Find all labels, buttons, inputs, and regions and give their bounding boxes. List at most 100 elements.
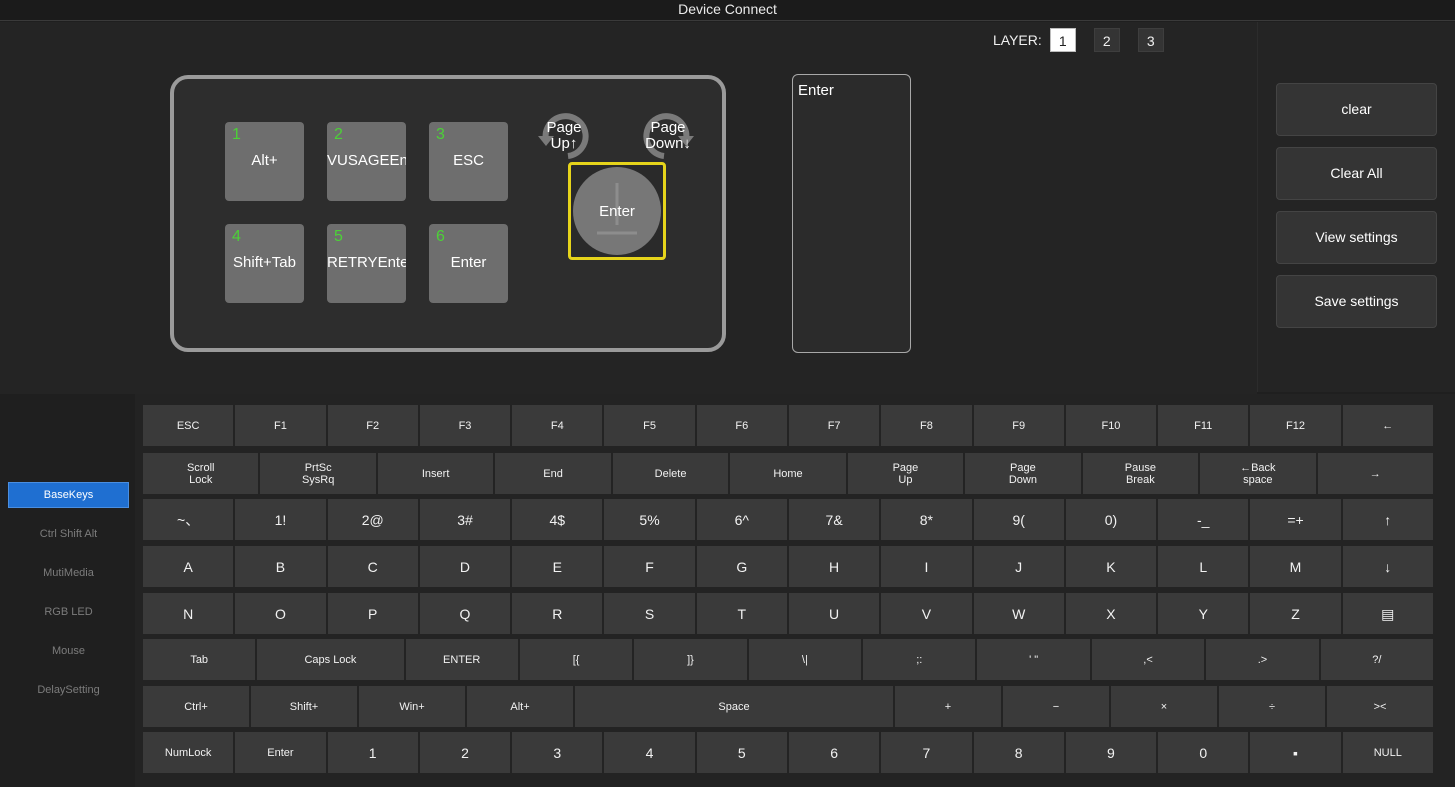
keyboard-key[interactable]: F xyxy=(604,546,695,587)
layer-button-3[interactable]: 3 xyxy=(1137,28,1164,52)
keyboard-key[interactable]: Win+ xyxy=(359,686,465,727)
keyboard-key[interactable]: ]} xyxy=(634,639,747,680)
keyboard-key[interactable]: X xyxy=(1065,593,1157,634)
keyboard-key[interactable]: E xyxy=(512,546,603,587)
keyboard-key[interactable]: 5% xyxy=(604,499,695,540)
knob-left-ccw[interactable]: Page Up↑ xyxy=(529,120,599,152)
keyboard-key[interactable]: O xyxy=(235,593,326,634)
macro-key-2[interactable]: 2 VUSAGEEnter xyxy=(327,122,406,201)
keyboard-key[interactable]: J xyxy=(973,546,1064,587)
keyboard-key[interactable]: Scroll Lock xyxy=(143,453,259,494)
save-settings-button[interactable]: Save settings xyxy=(1276,275,1437,328)
macro-key-1[interactable]: 1 Alt+ xyxy=(225,122,304,201)
sidebar-item-mouse[interactable]: Mouse xyxy=(8,638,129,664)
sidebar-item-delay-setting[interactable]: DelaySetting xyxy=(8,677,129,703)
keyboard-key[interactable]: 9( xyxy=(973,499,1064,540)
keyboard-key[interactable]: ÷ xyxy=(1219,686,1325,727)
keyboard-key[interactable]: 6 xyxy=(788,732,880,773)
keyboard-key[interactable]: Insert xyxy=(377,453,494,494)
keyboard-key[interactable]: NumLock xyxy=(143,732,234,773)
keyboard-key[interactable]: End xyxy=(495,453,611,494)
keyboard-key[interactable]: F1 xyxy=(235,405,326,446)
keyboard-key[interactable]: Page Down xyxy=(965,453,1081,494)
keyboard-key[interactable]: Delete xyxy=(612,453,729,494)
keyboard-key[interactable]: 8 xyxy=(973,732,1064,773)
sidebar-item-ctrl-shift-alt[interactable]: Ctrl Shift Alt xyxy=(8,521,129,547)
keyboard-key[interactable]: H xyxy=(788,546,880,587)
keyboard-key[interactable]: NULL xyxy=(1342,732,1433,773)
keyboard-key[interactable]: L xyxy=(1158,546,1249,587)
keyboard-key[interactable]: F8 xyxy=(881,405,972,446)
keyboard-key[interactable]: F2 xyxy=(327,405,418,446)
keyboard-key[interactable]: T xyxy=(696,593,787,634)
keyboard-key[interactable]: S xyxy=(604,593,695,634)
keyboard-key[interactable]: ▪ xyxy=(1250,732,1341,773)
keyboard-key[interactable]: Alt+ xyxy=(467,686,573,727)
keyboard-key[interactable]: F5 xyxy=(604,405,695,446)
keyboard-key[interactable]: 2@ xyxy=(327,499,418,540)
keyboard-key[interactable]: ,< xyxy=(1091,639,1205,680)
keyboard-key[interactable]: ↓ xyxy=(1342,546,1433,587)
keyboard-key[interactable]: F4 xyxy=(512,405,603,446)
keyboard-key[interactable]: G xyxy=(696,546,787,587)
keyboard-key[interactable]: 7 xyxy=(881,732,972,773)
clear-all-button[interactable]: Clear All xyxy=(1276,147,1437,200)
keyboard-key[interactable]: ;: xyxy=(863,639,976,680)
keyboard-key[interactable]: 6^ xyxy=(696,499,787,540)
keyboard-key[interactable]: 7& xyxy=(788,499,880,540)
keyboard-key[interactable]: PrtSc SysRq xyxy=(260,453,376,494)
keyboard-key[interactable]: Home xyxy=(730,453,846,494)
keyboard-key[interactable]: F3 xyxy=(419,405,511,446)
keyboard-key[interactable]: Y xyxy=(1158,593,1249,634)
keyboard-key[interactable]: ?/ xyxy=(1320,639,1434,680)
keyboard-key[interactable]: Page Up xyxy=(847,453,964,494)
macro-key-3[interactable]: 3 ESC xyxy=(429,122,508,201)
keyboard-key[interactable]: C xyxy=(327,546,418,587)
keyboard-key[interactable]: Caps Lock xyxy=(257,639,404,680)
macro-key-5[interactable]: 5 RETRYEnter xyxy=(327,224,406,303)
keyboard-key[interactable]: 2 xyxy=(419,732,511,773)
keyboard-key[interactable]: + xyxy=(895,686,1001,727)
keyboard-key[interactable]: 5 xyxy=(696,732,787,773)
keyboard-key[interactable]: − xyxy=(1003,686,1109,727)
keyboard-key[interactable]: 4 xyxy=(604,732,695,773)
keyboard-key[interactable]: F10 xyxy=(1065,405,1157,446)
keyboard-key[interactable]: 4$ xyxy=(512,499,603,540)
keyboard-key[interactable]: ~、 xyxy=(143,499,234,540)
keyboard-key[interactable]: ←Back space xyxy=(1200,453,1316,494)
keyboard-key[interactable]: F11 xyxy=(1158,405,1249,446)
keyboard-key[interactable]: Q xyxy=(419,593,511,634)
keyboard-key[interactable]: Z xyxy=(1250,593,1341,634)
keyboard-key[interactable]: F12 xyxy=(1250,405,1341,446)
keyboard-key[interactable]: × xyxy=(1111,686,1217,727)
keyboard-key[interactable]: M xyxy=(1250,546,1341,587)
keyboard-key[interactable]: 0) xyxy=(1065,499,1157,540)
keyboard-key[interactable]: \| xyxy=(748,639,862,680)
keyboard-key[interactable]: R xyxy=(512,593,603,634)
keyboard-key[interactable]: P xyxy=(327,593,418,634)
keyboard-key[interactable]: [{ xyxy=(519,639,633,680)
keyboard-key[interactable]: F7 xyxy=(788,405,880,446)
keyboard-key[interactable]: ESC xyxy=(143,405,234,446)
sidebar-item-rgb-led[interactable]: RGB LED xyxy=(8,599,129,625)
keyboard-key[interactable]: Pause Break xyxy=(1082,453,1199,494)
keyboard-key[interactable]: .> xyxy=(1206,639,1319,680)
keyboard-key[interactable]: Tab xyxy=(143,639,256,680)
keyboard-key[interactable]: F6 xyxy=(696,405,787,446)
keyboard-key[interactable]: 9 xyxy=(1065,732,1157,773)
keyboard-key[interactable]: =+ xyxy=(1250,499,1341,540)
keyboard-key[interactable]: F9 xyxy=(973,405,1064,446)
keyboard-key[interactable]: 3 xyxy=(512,732,603,773)
keyboard-key[interactable]: W xyxy=(973,593,1064,634)
keyboard-key[interactable]: K xyxy=(1065,546,1157,587)
keyboard-key[interactable]: Shift+ xyxy=(251,686,357,727)
keyboard-key[interactable]: I xyxy=(881,546,972,587)
keyboard-key[interactable]: N xyxy=(143,593,234,634)
keyboard-key[interactable]: ' " xyxy=(977,639,1090,680)
encoder-press-key[interactable]: Enter xyxy=(568,162,666,260)
keyboard-key[interactable]: 1 xyxy=(327,732,418,773)
keyboard-key[interactable]: D xyxy=(419,546,511,587)
keyboard-key[interactable]: >< xyxy=(1327,686,1433,727)
macro-key-4[interactable]: 4 Shift+Tab xyxy=(225,224,304,303)
keyboard-key[interactable]: 8* xyxy=(881,499,972,540)
